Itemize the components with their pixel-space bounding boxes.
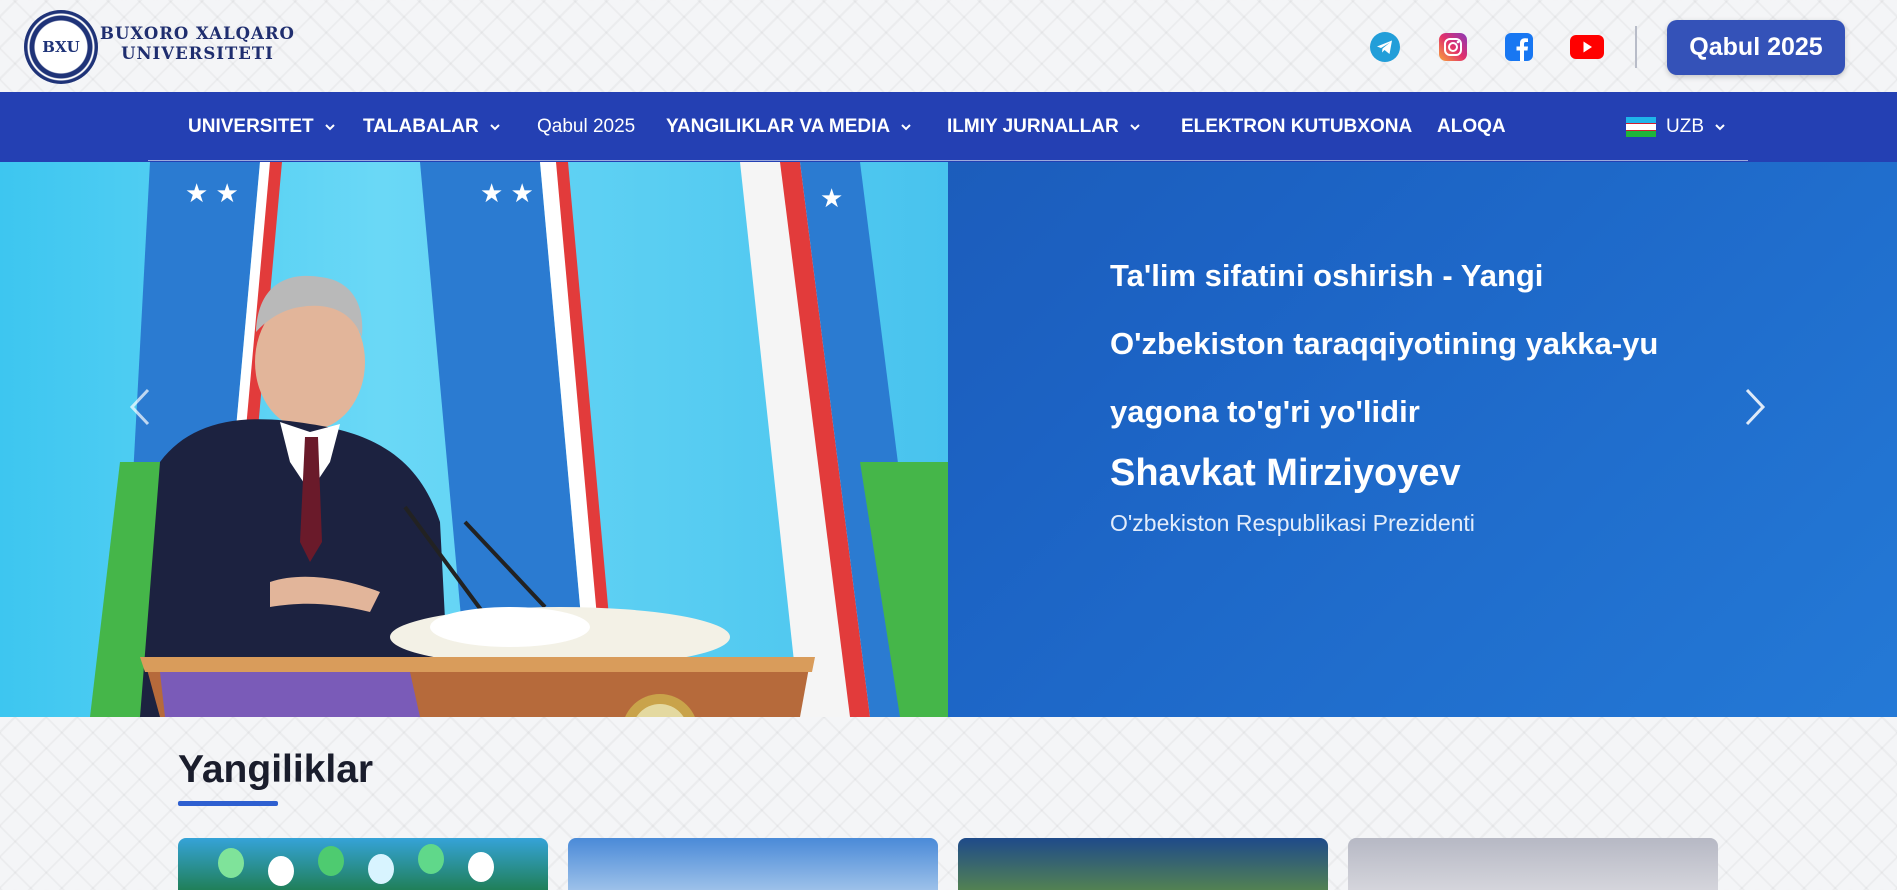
hero-quote: Ta'lim sifatini oshirish - Yangi O'zbeki… (1110, 242, 1730, 446)
language-label: UZB (1666, 116, 1704, 137)
chevron-down-icon (1130, 124, 1140, 131)
brand-name[interactable]: BUXORO XALQARO UNIVERSITETI (100, 24, 295, 64)
hero-quote-line: O'zbekiston taraqqiyotining yakka-yu (1110, 326, 1659, 361)
logo-text: BXU (42, 38, 80, 56)
chevron-down-icon (490, 124, 500, 131)
nav-label: ELEKTRON KUTUBXONA (1181, 116, 1413, 137)
chevron-down-icon (1715, 124, 1725, 131)
news-card[interactable] (958, 838, 1328, 890)
hero-quote-line: Ta'lim sifatini oshirish - Yangi (1110, 258, 1544, 293)
nav-label: ALOQA (1437, 116, 1506, 137)
facebook-icon[interactable] (1504, 32, 1534, 62)
apply-button[interactable]: Qabul 2025 (1667, 20, 1845, 75)
nav-label: YANGILIKLAR VA MEDIA (666, 116, 891, 137)
header-divider (1635, 26, 1637, 68)
nav-item-yangiliklar[interactable]: YANGILIKLAR VA MEDIA (666, 92, 912, 162)
uzbekistan-flag-icon (1626, 117, 1656, 137)
nav-item-elektron-kutubxona[interactable]: ELEKTRON KUTUBXONA (1181, 92, 1412, 162)
news-section-title: Yangiliklar (178, 748, 374, 791)
balloon-decoration (268, 856, 294, 886)
nav-label: UNIVERSITET (188, 116, 314, 137)
chevron-down-icon (324, 124, 335, 131)
hero-photo: ★ ★ ★ ★ ★ (0, 162, 948, 717)
news-card[interactable] (568, 838, 938, 890)
nav-item-talabalar[interactable]: TALABALAR (363, 92, 501, 162)
nav-item-qabul[interactable]: Qabul 2025 (537, 92, 635, 162)
title-underline (178, 801, 278, 806)
hero-author: Shavkat Mirziyoyev (1110, 452, 1461, 494)
nav-item-ilmiy-jurnallar[interactable]: ILMIY JURNALLAR (947, 92, 1141, 162)
balloon-decoration (218, 848, 244, 878)
president-speech-illustration: ★ ★ ★ ★ ★ (90, 162, 948, 717)
nav-label: TALABALAR (363, 116, 479, 137)
balloon-decoration (418, 844, 444, 874)
nav-label: Qabul 2025 (537, 116, 636, 137)
brand-line-2: UNIVERSITETI (121, 44, 274, 63)
nav-divider-line (148, 160, 1748, 161)
nav-item-universitet[interactable]: UNIVERSITET (188, 92, 336, 162)
university-logo[interactable]: BXU (24, 10, 98, 84)
youtube-icon[interactable] (1570, 32, 1604, 62)
hero-slider: ★ ★ ★ ★ ★ Ta'lim sifatini oshirish - Yan… (0, 162, 1897, 717)
main-navigation: UNIVERSITET TALABALAR Qabul 2025 YANGILI… (0, 92, 1897, 162)
language-selector[interactable]: UZB (1626, 92, 1726, 162)
news-card[interactable] (1348, 838, 1718, 890)
balloon-decoration (468, 852, 494, 882)
slider-next-arrow[interactable] (1735, 382, 1775, 432)
instagram-icon[interactable] (1438, 32, 1468, 62)
top-header: BXU BUXORO XALQARO UNIVERSITETI Qabul 20… (0, 0, 1897, 92)
hero-author-role: O'zbekiston Respublikasi Prezidenti (1110, 510, 1475, 536)
hero-quote-line: yagona to'g'ri yo'lidir (1110, 394, 1420, 429)
svg-text:★ ★: ★ ★ (185, 178, 239, 208)
news-card[interactable] (178, 838, 548, 890)
brand-line-1: BUXORO XALQARO (100, 24, 295, 43)
svg-text:★ ★: ★ ★ (480, 178, 534, 208)
telegram-icon[interactable] (1370, 32, 1400, 62)
slider-prev-arrow[interactable] (120, 382, 160, 432)
svg-text:★: ★ (820, 183, 843, 213)
chevron-down-icon (901, 124, 911, 131)
nav-item-aloqa[interactable]: ALOQA (1437, 92, 1506, 162)
nav-label: ILMIY JURNALLAR (947, 116, 1119, 137)
balloon-decoration (368, 854, 394, 884)
balloon-decoration (318, 846, 344, 876)
